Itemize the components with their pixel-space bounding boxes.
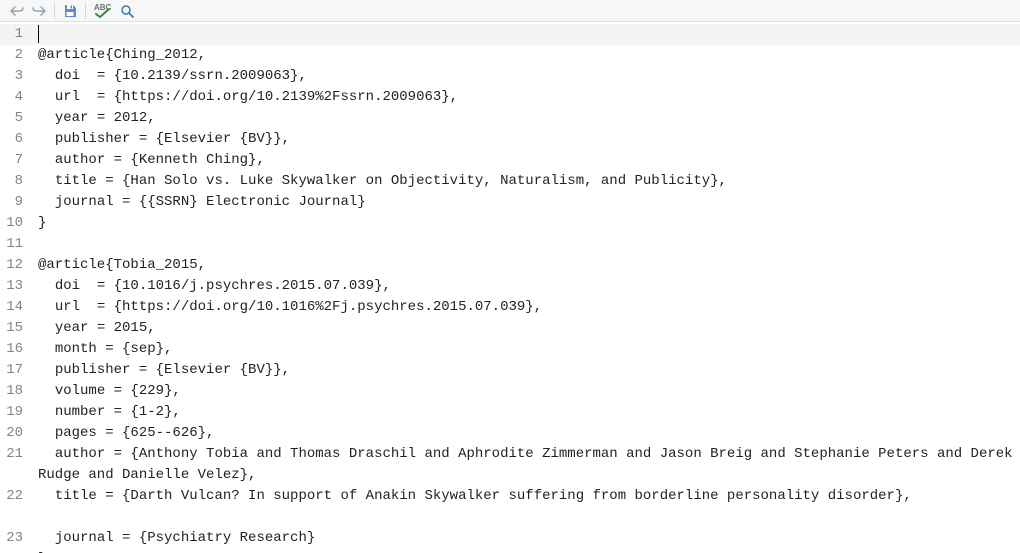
code-line[interactable]: pages = {625--626},: [30, 423, 1020, 444]
code-line[interactable]: url = {https://doi.org/10.2139%2Fssrn.20…: [30, 87, 1020, 108]
svg-text:ABC: ABC: [94, 3, 112, 12]
line-number: 3: [0, 66, 25, 87]
toolbar-separator: [85, 3, 86, 19]
line-number: 15: [0, 318, 25, 339]
code-line[interactable]: year = 2015,: [30, 318, 1020, 339]
line-number: 12: [0, 255, 25, 276]
line-number: 18: [0, 381, 25, 402]
line-number: 6: [0, 129, 25, 150]
line-number: 16: [0, 339, 25, 360]
code-line[interactable]: year = 2012,: [30, 108, 1020, 129]
save-icon: [63, 4, 77, 18]
code-line[interactable]: }: [30, 213, 1020, 234]
line-number: 20: [0, 423, 25, 444]
magnifier-icon: [120, 4, 134, 18]
back-button[interactable]: [6, 1, 28, 21]
code-line[interactable]: author = {Kenneth Ching},: [30, 150, 1020, 171]
code-line[interactable]: publisher = {Elsevier {BV}},: [30, 129, 1020, 150]
arrow-left-icon: [10, 4, 24, 18]
line-number: 8: [0, 171, 25, 192]
spellcheck-icon: ABC: [93, 3, 113, 19]
code-line[interactable]: doi = {10.2139/ssrn.2009063},: [30, 66, 1020, 87]
code-line[interactable]: [30, 24, 1020, 45]
code-line[interactable]: [30, 234, 1020, 255]
editor-toolbar: ABC: [0, 0, 1020, 22]
code-line[interactable]: month = {sep},: [30, 339, 1020, 360]
line-number: 22: [0, 486, 25, 528]
line-number: 5: [0, 108, 25, 129]
code-line[interactable]: }: [30, 549, 1020, 553]
toolbar-separator: [54, 3, 55, 19]
line-number: 10: [0, 213, 25, 234]
text-cursor: [38, 25, 39, 43]
line-number: 11: [0, 234, 25, 255]
code-content[interactable]: @article{Ching_2012, doi = {10.2139/ssrn…: [30, 22, 1020, 553]
arrow-right-icon: [32, 4, 46, 18]
code-line[interactable]: publisher = {Elsevier {BV}},: [30, 360, 1020, 381]
code-line[interactable]: title = {Darth Vulcan? In support of Ana…: [30, 486, 1020, 528]
line-number: 23: [0, 528, 25, 549]
search-button[interactable]: [116, 1, 138, 21]
line-number: 2: [0, 45, 25, 66]
code-line[interactable]: doi = {10.1016/j.psychres.2015.07.039},: [30, 276, 1020, 297]
code-line[interactable]: @article{Ching_2012,: [30, 45, 1020, 66]
code-line[interactable]: journal = {Psychiatry Research}: [30, 528, 1020, 549]
code-line[interactable]: author = {Anthony Tobia and Thomas Drasc…: [30, 444, 1020, 486]
code-line[interactable]: number = {1-2},: [30, 402, 1020, 423]
line-number: 7: [0, 150, 25, 171]
save-button[interactable]: [59, 1, 81, 21]
line-number: 24: [0, 549, 25, 553]
code-line[interactable]: volume = {229},: [30, 381, 1020, 402]
line-number: 9: [0, 192, 25, 213]
code-line[interactable]: title = {Han Solo vs. Luke Skywalker on …: [30, 171, 1020, 192]
line-number: 21: [0, 444, 25, 486]
code-line[interactable]: url = {https://doi.org/10.1016%2Fj.psych…: [30, 297, 1020, 318]
code-editor[interactable]: 1234567891011121314151617181920212223242…: [0, 22, 1020, 553]
line-number: 13: [0, 276, 25, 297]
line-number: 19: [0, 402, 25, 423]
code-line[interactable]: @article{Tobia_2015,: [30, 255, 1020, 276]
line-number: 1: [0, 24, 25, 45]
line-number: 14: [0, 297, 25, 318]
forward-button[interactable]: [28, 1, 50, 21]
code-line[interactable]: journal = {{SSRN} Electronic Journal}: [30, 192, 1020, 213]
line-number: 4: [0, 87, 25, 108]
spellcheck-button[interactable]: ABC: [90, 1, 116, 21]
line-number: 17: [0, 360, 25, 381]
line-number-gutter: 1234567891011121314151617181920212223242…: [0, 22, 30, 553]
